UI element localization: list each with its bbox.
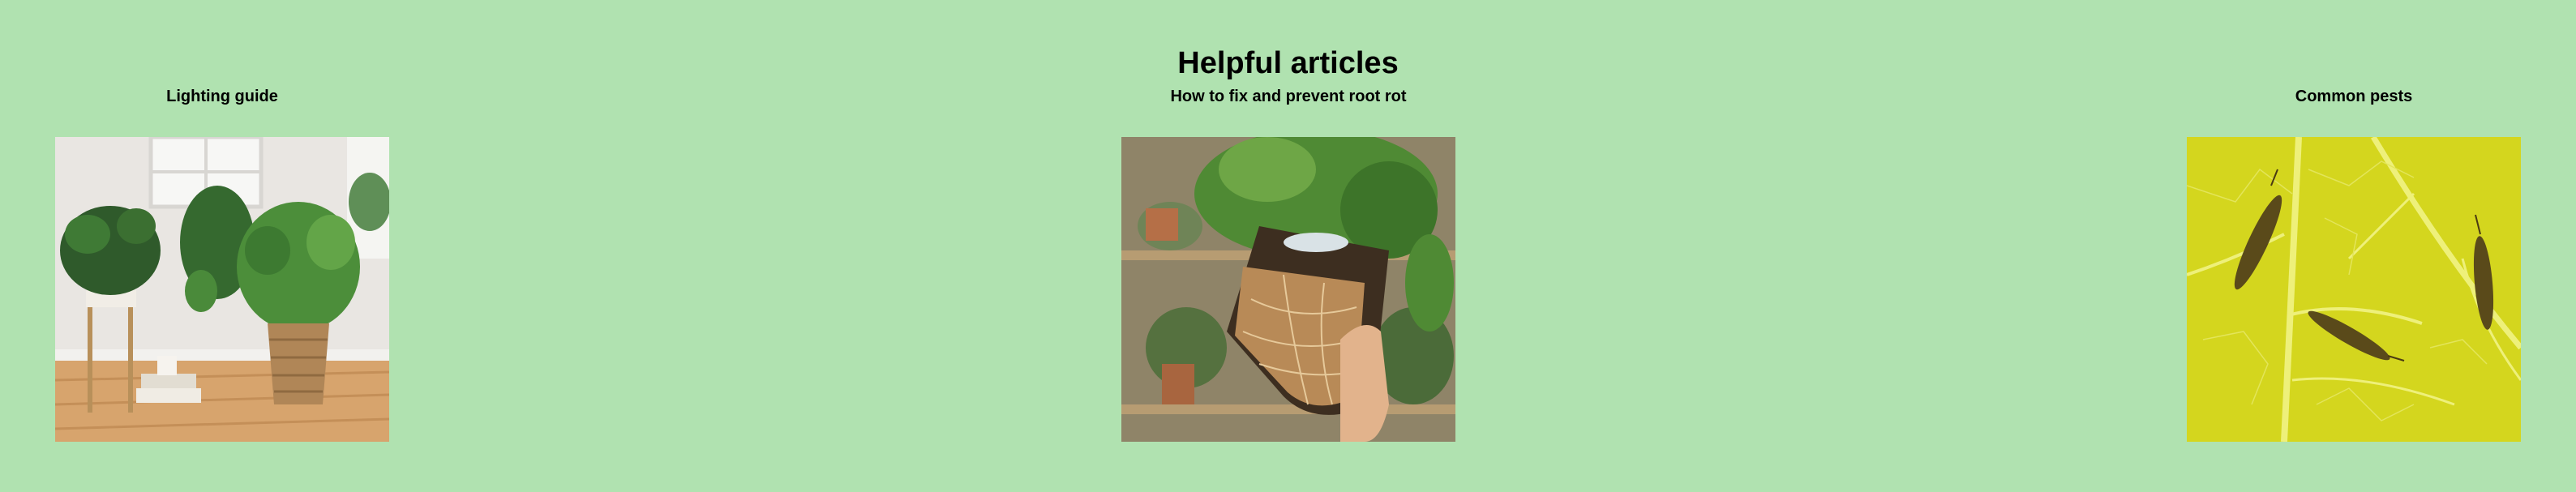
article-card-pests: Common pests (2151, 84, 2557, 442)
article-link-root-rot[interactable]: How to fix and prevent root rot (1086, 84, 1491, 109)
root-ball-photo-icon (1121, 137, 1455, 442)
article-image-lighting-guide[interactable] (55, 137, 389, 442)
article-card-lighting: Lighting guide (19, 84, 425, 442)
article-image-root-rot[interactable] (1121, 137, 1455, 442)
article-card-root-rot: How to fix and prevent root rot (1086, 84, 1491, 442)
houseplants-photo-icon (55, 137, 389, 442)
article-link-common-pests[interactable]: Common pests (2151, 84, 2557, 109)
page-title: Helpful articles (1177, 46, 1399, 81)
article-link-lighting-guide[interactable]: Lighting guide (19, 84, 425, 109)
article-image-common-pests[interactable] (2187, 137, 2521, 442)
thrips-on-leaf-photo-icon (2187, 137, 2521, 442)
